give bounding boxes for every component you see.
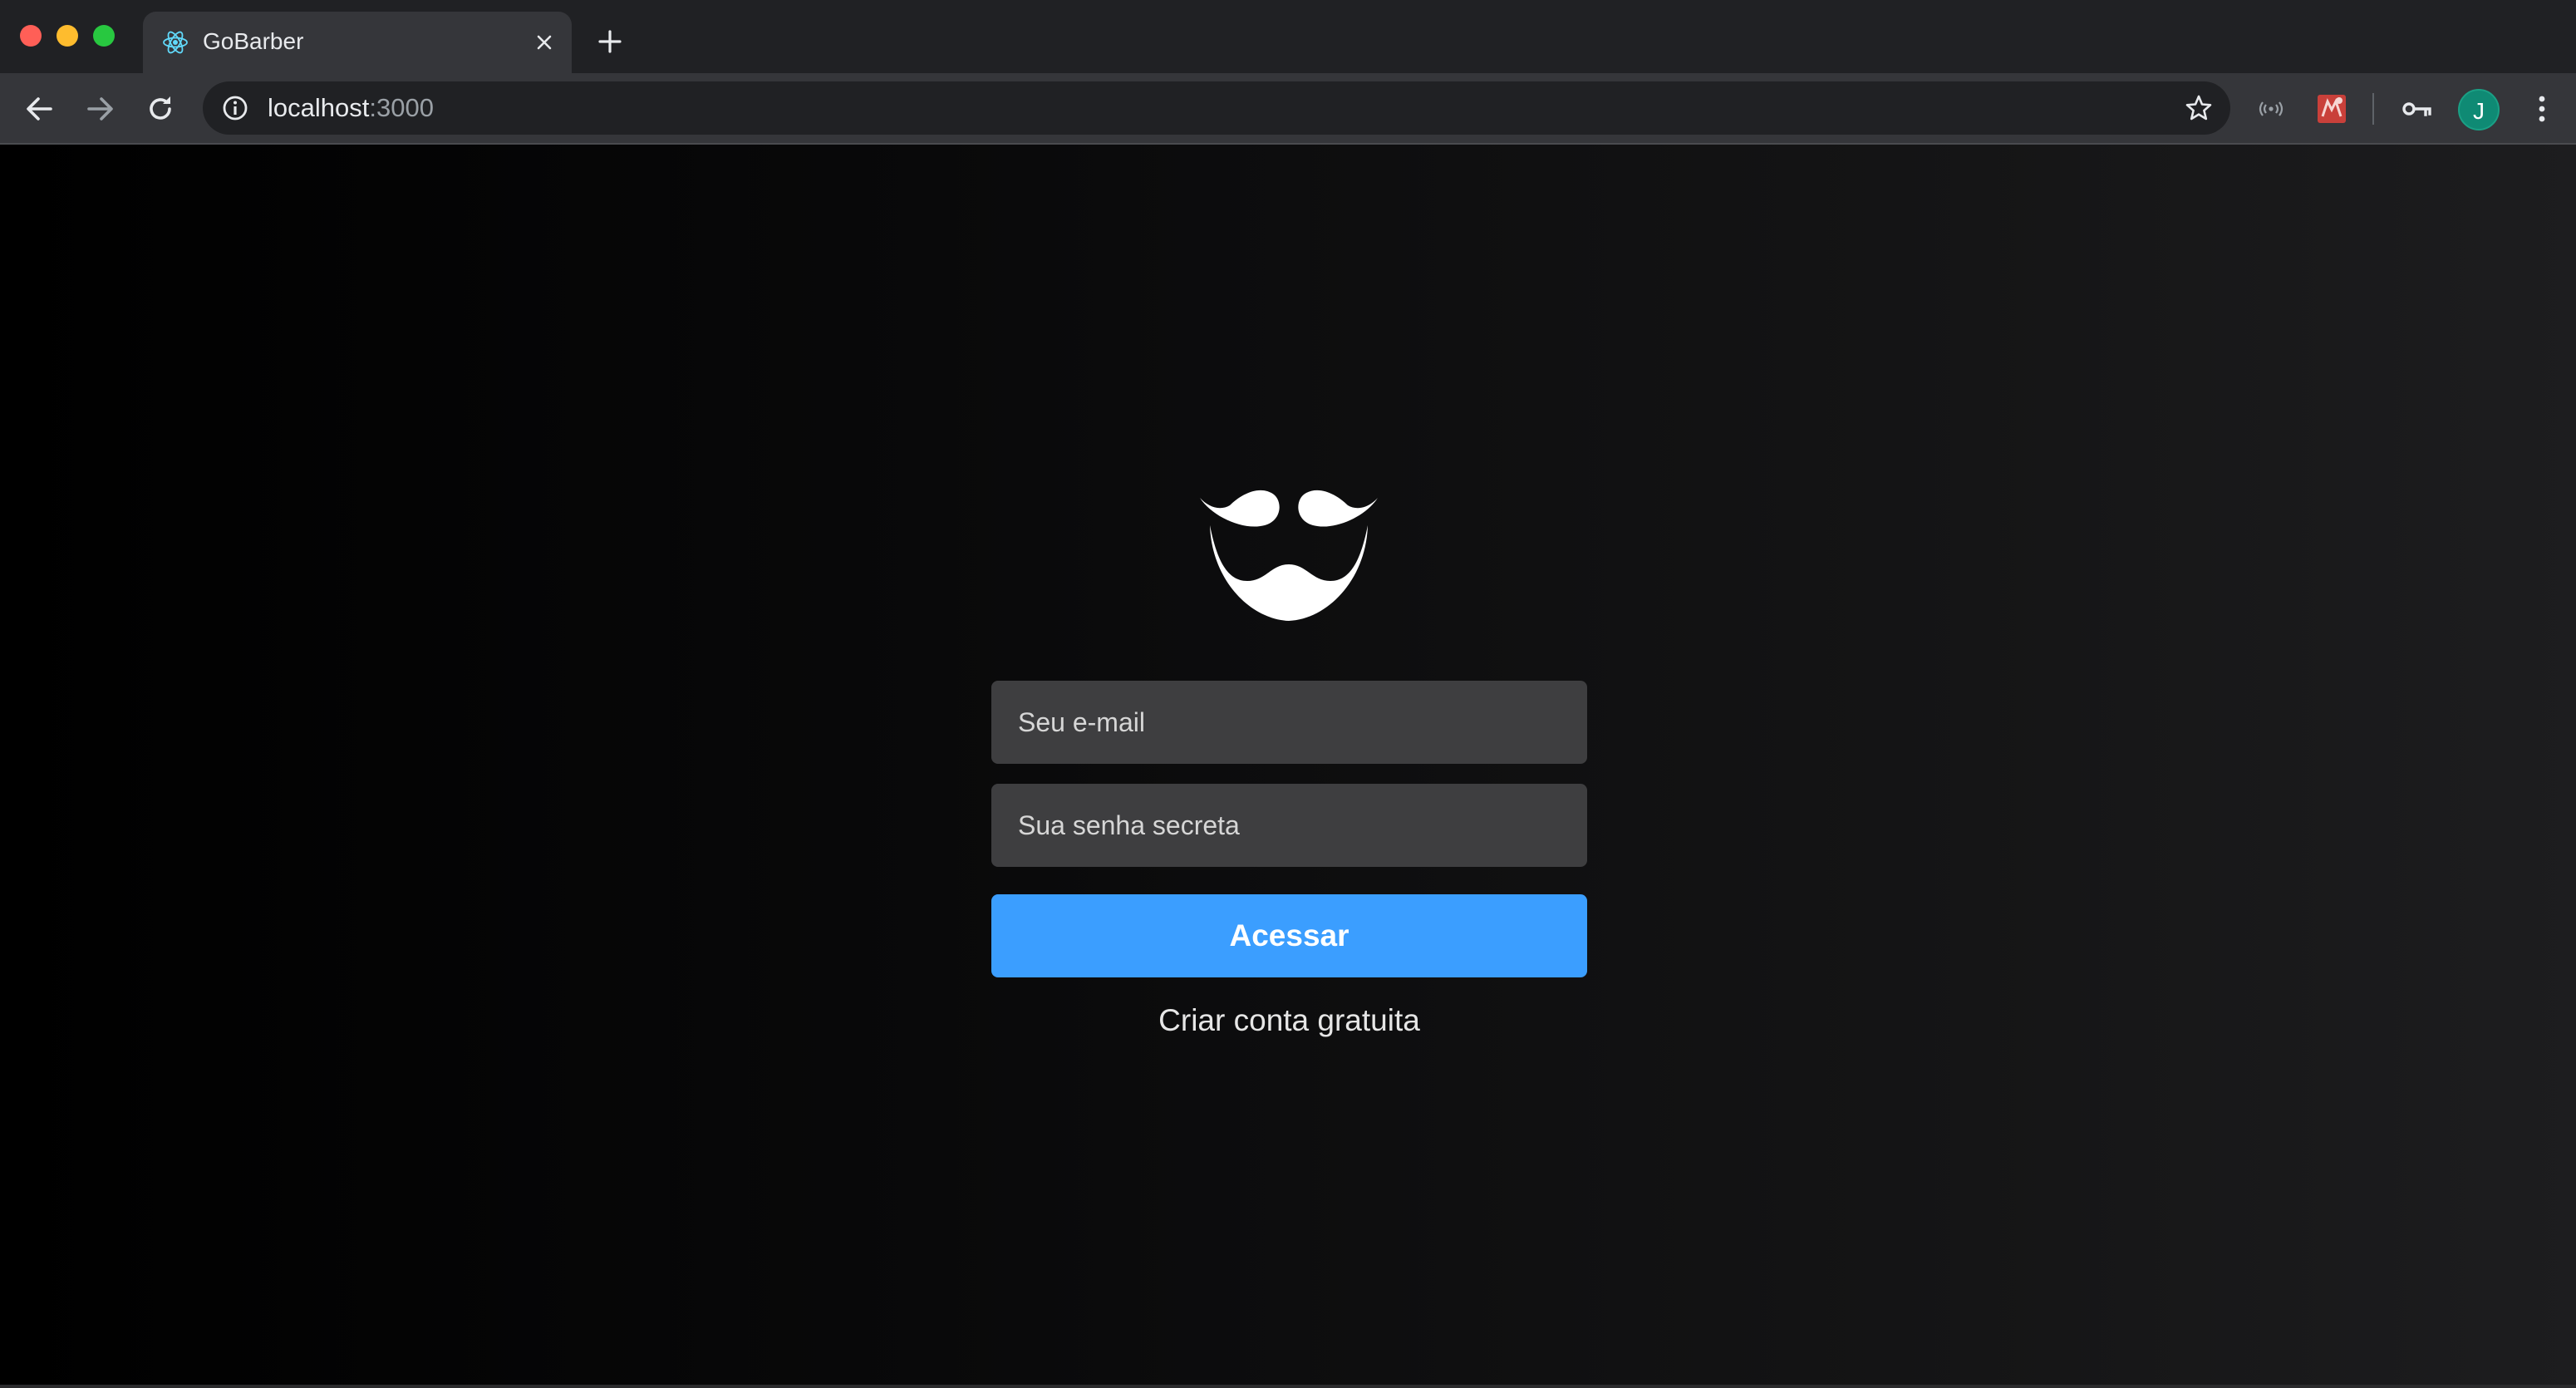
broadcast-extension-icon[interactable] [2252, 90, 2290, 128]
login-page: Acessar Criar conta gratuita [0, 145, 2576, 1388]
maximize-window-button[interactable] [93, 25, 115, 47]
back-arrow-icon[interactable] [20, 90, 58, 128]
react-icon [163, 31, 188, 54]
mustache-beard-logo [1200, 490, 1378, 621]
reload-icon[interactable] [141, 90, 179, 128]
bookmark-star-icon[interactable] [2184, 93, 2214, 123]
info-icon[interactable] [221, 94, 249, 122]
window-bottom-edge [0, 1385, 2576, 1388]
profile-avatar[interactable]: J [2458, 89, 2500, 130]
forward-arrow-icon[interactable] [81, 90, 120, 128]
create-account-link[interactable]: Criar conta gratuita [991, 1002, 1587, 1039]
redux-devtools-extension-icon[interactable] [2313, 90, 2351, 128]
tab-strip: GoBarber [0, 0, 2576, 73]
email-field[interactable] [991, 681, 1587, 764]
submit-button[interactable]: Acessar [991, 894, 1587, 977]
address-bar[interactable]: localhost:3000 [203, 81, 2230, 135]
browser-toolbar: localhost:3000 J [0, 73, 2576, 145]
tab-title: GoBarber [203, 28, 304, 54]
minimize-window-button[interactable] [57, 25, 78, 47]
menu-dots-icon[interactable] [2523, 90, 2561, 128]
url-text[interactable]: localhost:3000 [268, 93, 434, 123]
close-window-button[interactable] [20, 25, 42, 47]
toolbar-divider [2372, 93, 2374, 125]
browser-window: GoBarber localhost:3000 J Seu e-mail Ace… [0, 0, 2576, 1388]
close-tab-icon[interactable] [530, 28, 558, 57]
url-host: localhost [268, 93, 370, 122]
url-port: :3000 [369, 93, 434, 122]
tab-gobarber[interactable]: GoBarber [143, 12, 572, 73]
new-tab-icon[interactable] [593, 25, 627, 58]
password-field[interactable] [991, 784, 1587, 867]
key-icon[interactable] [2398, 90, 2436, 128]
